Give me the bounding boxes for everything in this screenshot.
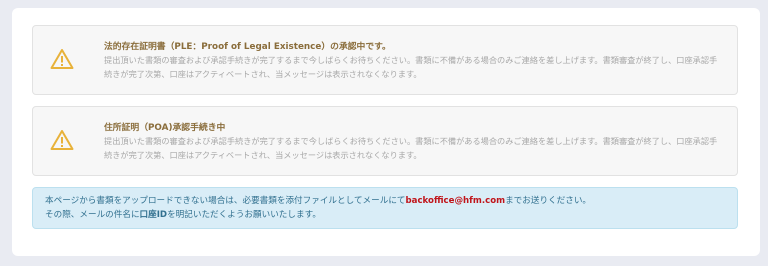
alert-title: 法的存在証明書（PLE：Proof of Legal Existence）の承認… bbox=[104, 42, 391, 52]
alert-body: 提出頂いた書類の審査および承認手続きが完了するまで今しばらくお待ちください。書類… bbox=[104, 136, 718, 160]
alert-title: 住所証明（POA)承認手続き中 bbox=[104, 123, 226, 133]
info-text: その際、メールの件名に bbox=[45, 210, 140, 220]
warning-triangle-icon bbox=[50, 129, 74, 151]
warning-triangle-icon bbox=[50, 48, 74, 70]
upload-info-alert: 本ページから書類をアップロードできない場合は、必要書類を添付ファイルとしてメール… bbox=[32, 187, 738, 229]
ple-pending-alert: 法的存在証明書（PLE：Proof of Legal Existence）の承認… bbox=[32, 25, 738, 95]
info-line-1: 本ページから書類をアップロードできない場合は、必要書類を添付ファイルとしてメール… bbox=[45, 194, 725, 208]
info-text: を明記いただくようお願いいたします。 bbox=[167, 210, 321, 220]
alert-body: 提出頂いた書類の審査および承認手続きが完了するまで今しばらくお待ちください。書類… bbox=[104, 55, 718, 79]
account-id-label: 口座ID bbox=[139, 210, 168, 220]
info-text: 本ページから書類をアップロードできない場合は、必要書類を添付ファイルとしてメール… bbox=[45, 196, 406, 206]
backoffice-email-link[interactable]: backoffice@hfm.com bbox=[406, 196, 506, 206]
info-line-2: その際、メールの件名に口座IDを明記いただくようお願いいたします。 bbox=[45, 208, 725, 222]
poa-pending-alert: 住所証明（POA)承認手続き中 提出頂いた書類の審査および承認手続きが完了するま… bbox=[32, 106, 738, 176]
info-text: までお送りください。 bbox=[505, 196, 592, 206]
content-panel: 法的存在証明書（PLE：Proof of Legal Existence）の承認… bbox=[12, 8, 760, 256]
